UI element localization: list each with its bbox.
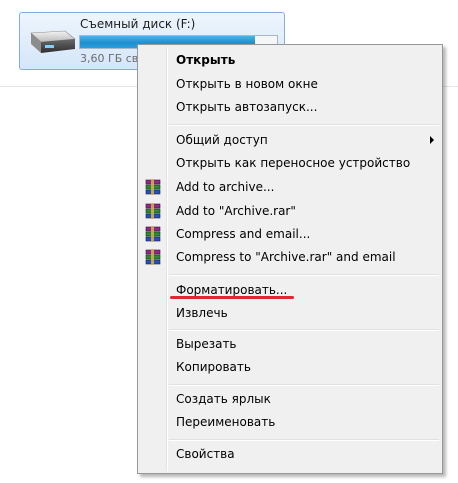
menu-label: Add to "Archive.rar" <box>176 204 296 218</box>
menu-label: Compress and email... <box>176 227 311 241</box>
menu-item-compress-rar-email[interactable]: Compress to "Archive.rar" and email <box>140 246 440 268</box>
menu-item-open-autoplay[interactable]: Открыть автозапуск... <box>140 96 440 118</box>
menu-item-properties[interactable]: Свойства <box>140 443 440 465</box>
winrar-books-icon <box>145 249 161 265</box>
menu-item-cut[interactable]: Вырезать <box>140 333 440 355</box>
drive-free-space: 3,60 ГБ сво <box>80 52 146 65</box>
menu-item-open[interactable]: Открыть <box>140 49 440 71</box>
menu-item-open-new-window[interactable]: Открыть в новом окне <box>140 73 440 95</box>
menu-label: Общий доступ <box>176 133 268 147</box>
menu-label: Создать ярлык <box>176 392 271 406</box>
menu-label: Открыть как переносное устройство <box>176 156 411 170</box>
menu-separator <box>169 439 439 441</box>
menu-label: Копировать <box>176 360 251 374</box>
menu-item-open-portable[interactable]: Открыть как переносное устройство <box>140 152 440 174</box>
winrar-books-icon <box>145 179 161 195</box>
menu-separator <box>169 329 439 331</box>
menu-label: Открыть автозапуск... <box>176 100 318 114</box>
menu-separator <box>169 124 439 126</box>
menu-separator <box>169 274 439 276</box>
menu-label: Вырезать <box>176 337 237 351</box>
menu-label: Форматировать... <box>176 283 288 297</box>
winrar-books-icon <box>145 203 161 219</box>
menu-item-add-to-archive-rar[interactable]: Add to "Archive.rar" <box>140 200 440 222</box>
explorer-window: Съемный диск (F:) 3,60 ГБ сво Открыть От… <box>0 0 458 483</box>
annotation-underline <box>170 296 294 299</box>
menu-item-create-shortcut[interactable]: Создать ярлык <box>140 388 440 410</box>
menu-item-compress-email[interactable]: Compress and email... <box>140 223 440 245</box>
menu-item-add-to-archive[interactable]: Add to archive... <box>140 176 440 198</box>
removable-drive-icon <box>30 30 76 53</box>
menu-label: Свойства <box>176 447 235 461</box>
menu-label: Compress to "Archive.rar" and email <box>176 250 396 264</box>
menu-item-rename[interactable]: Переименовать <box>140 411 440 433</box>
menu-item-sharing[interactable]: Общий доступ <box>140 129 440 151</box>
menu-item-eject[interactable]: Извлечь <box>140 302 440 324</box>
menu-label: Add to archive... <box>176 180 275 194</box>
submenu-arrow-icon <box>430 136 434 144</box>
menu-label: Открыть в новом окне <box>176 77 318 91</box>
menu-item-copy[interactable]: Копировать <box>140 356 440 378</box>
menu-label: Переименовать <box>176 415 276 429</box>
menu-label: Открыть <box>176 53 236 67</box>
context-menu: Открыть Открыть в новом окне Открыть авт… <box>137 44 443 474</box>
drive-name: Съемный диск (F:) <box>80 17 196 31</box>
menu-separator <box>169 384 439 386</box>
winrar-books-icon <box>145 226 161 242</box>
menu-label: Извлечь <box>176 306 228 320</box>
